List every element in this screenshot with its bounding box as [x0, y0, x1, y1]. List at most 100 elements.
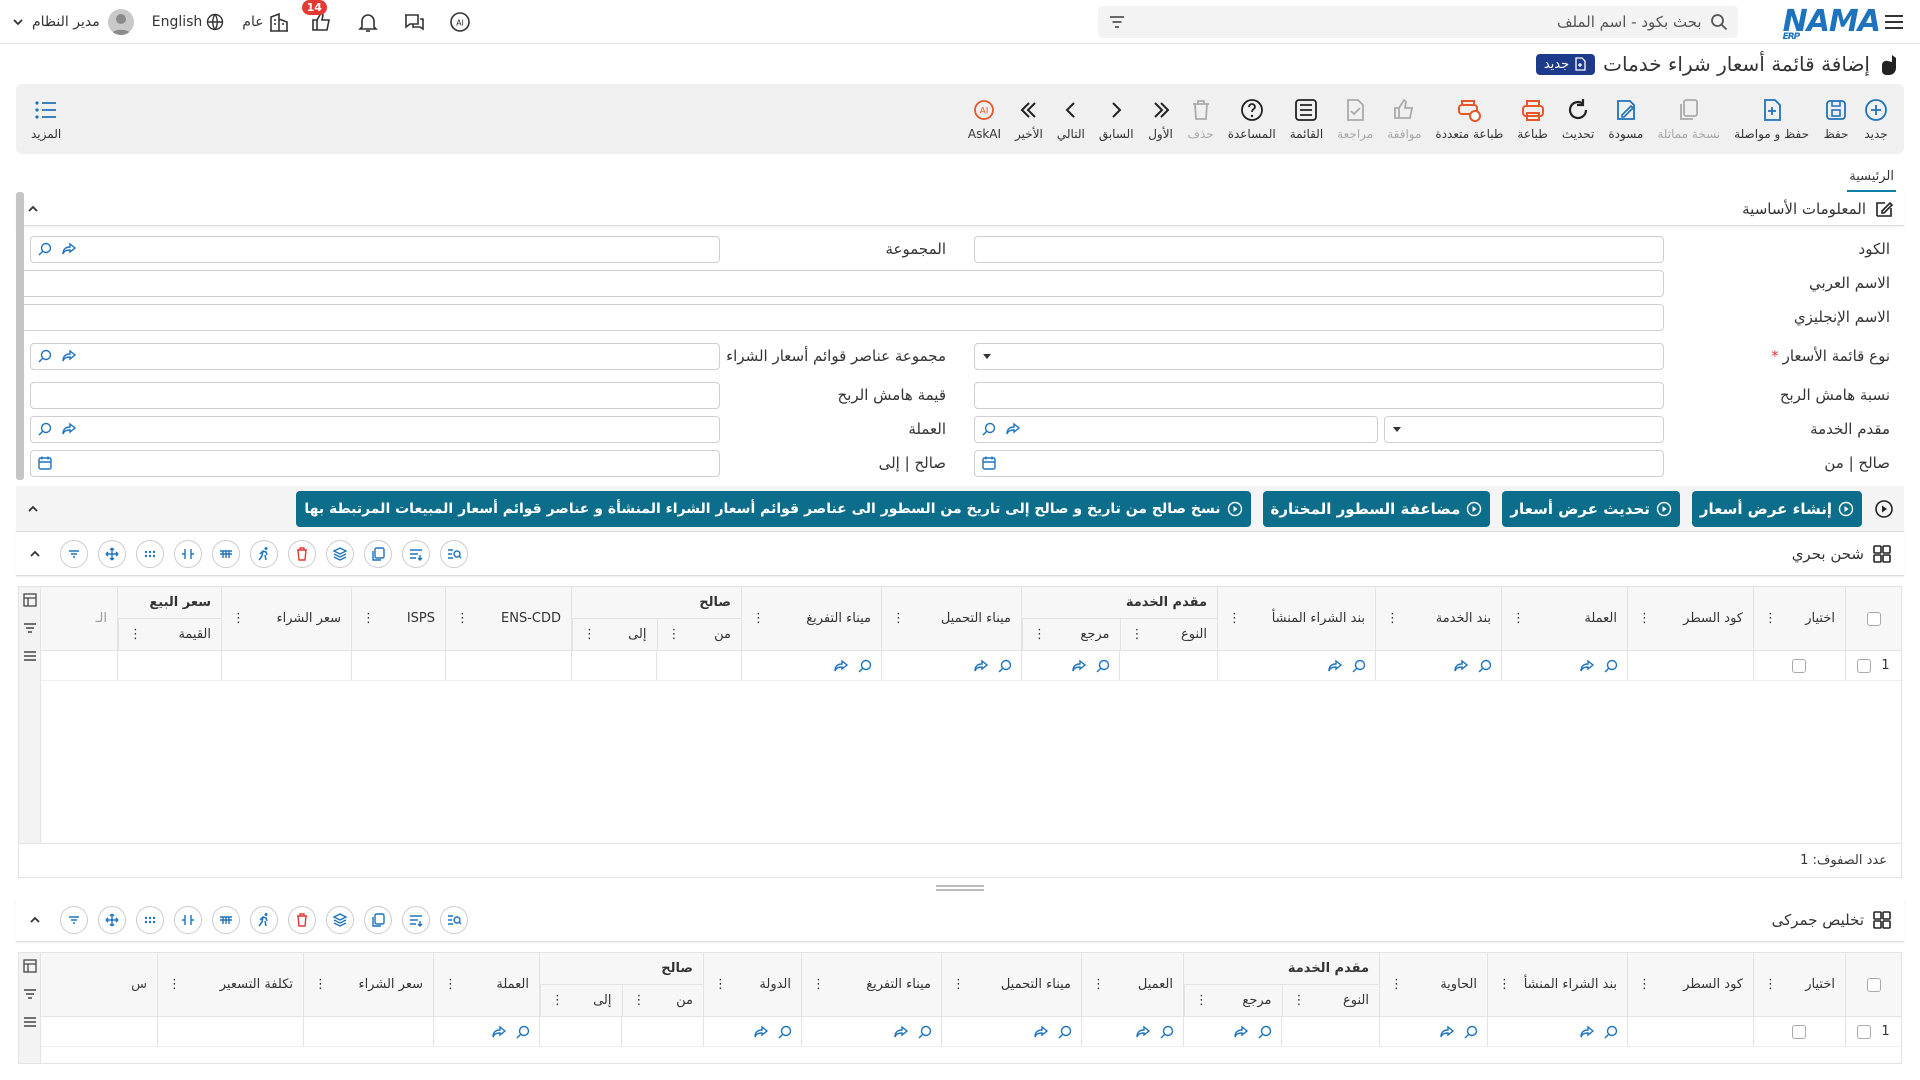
- search-icon[interactable]: [997, 658, 1013, 674]
- column-menu-icon[interactable]: ⋮: [1228, 611, 1241, 626]
- basic-info-header[interactable]: المعلومات الأساسية: [16, 192, 1904, 226]
- filter-lines-icon[interactable]: [60, 539, 88, 568]
- filter-lines-icon[interactable]: [60, 905, 88, 934]
- share-icon[interactable]: [491, 1024, 507, 1040]
- calendar-icon[interactable]: [981, 455, 997, 471]
- search-icon[interactable]: [1351, 658, 1367, 674]
- select-all-checkbox[interactable]: [1866, 977, 1881, 992]
- column-menu-icon[interactable]: ⋮: [362, 611, 375, 626]
- refresh-button[interactable]: تحديث: [1555, 88, 1602, 150]
- next-button[interactable]: التالي: [1050, 88, 1092, 150]
- share-icon[interactable]: [1579, 1024, 1595, 1040]
- select-all-column[interactable]: [1845, 953, 1901, 1016]
- search-icon[interactable]: [1463, 1024, 1479, 1040]
- multi-print-button[interactable]: طباعة متعددة: [1428, 88, 1510, 150]
- col-container[interactable]: الحاوية: [1440, 977, 1477, 992]
- move-icon[interactable]: [98, 539, 126, 568]
- search-icon[interactable]: [981, 421, 997, 437]
- col-customer[interactable]: العميل: [1138, 977, 1173, 992]
- new-button[interactable]: جديد: [1856, 88, 1896, 150]
- column-menu-icon[interactable]: ⋮: [1764, 611, 1777, 626]
- share-icon[interactable]: [1033, 1024, 1049, 1040]
- chevron-up-icon[interactable]: [26, 202, 40, 216]
- run-icon[interactable]: [250, 905, 278, 934]
- approve-button[interactable]: موافقة: [1380, 88, 1428, 150]
- col-purchase-price[interactable]: سعر الشراء: [276, 611, 341, 626]
- tab-main[interactable]: الرئيسية: [1847, 169, 1896, 192]
- currency-field[interactable]: [30, 415, 720, 443]
- filter-icon[interactable]: [23, 987, 37, 1001]
- menu-icon[interactable]: [23, 649, 37, 663]
- company-selector[interactable]: عام: [242, 8, 289, 36]
- move-icon[interactable]: [98, 905, 126, 934]
- column-menu-icon[interactable]: ⋮: [752, 611, 765, 626]
- tasks-icon[interactable]: 14: [301, 0, 336, 36]
- table-icon[interactable]: [22, 959, 37, 973]
- col-loading-port[interactable]: ميناء التحميل: [941, 611, 1011, 626]
- language-switcher[interactable]: English: [152, 8, 225, 36]
- col-to[interactable]: إلى: [628, 627, 646, 642]
- logo[interactable]: NAMA ERP: [1783, 4, 1881, 42]
- dots-grid-icon[interactable]: [136, 905, 164, 934]
- search-icon[interactable]: [1159, 1024, 1175, 1040]
- more-button[interactable]: المزيد: [24, 88, 68, 150]
- calendar-icon[interactable]: [37, 455, 53, 471]
- english-name-field[interactable]: [16, 303, 1664, 331]
- menu-icon[interactable]: [23, 1015, 37, 1029]
- search-input[interactable]: بحث بكود - اسم الملف: [1134, 13, 1702, 31]
- layers-icon[interactable]: [326, 905, 354, 934]
- last-button[interactable]: الأخير: [1008, 88, 1050, 150]
- search-icon[interactable]: [37, 348, 53, 364]
- col-line-code[interactable]: كود السطر: [1683, 977, 1743, 992]
- share-icon[interactable]: [753, 1024, 769, 1040]
- search-icon[interactable]: [777, 1024, 793, 1040]
- share-icon[interactable]: [1579, 658, 1595, 674]
- valid-to-date[interactable]: [30, 449, 720, 477]
- table-columns-icon[interactable]: [212, 905, 240, 934]
- update-quote-button[interactable]: تحديث عرض أسعار: [1502, 490, 1680, 527]
- share-icon[interactable]: [61, 421, 77, 437]
- price-list-type-select[interactable]: [974, 342, 1664, 370]
- hamburger-menu-icon[interactable]: [1880, 8, 1908, 36]
- chat-icon[interactable]: [400, 8, 428, 36]
- col-discharge-port[interactable]: ميناء التفريغ: [806, 611, 871, 626]
- col-select[interactable]: اختيار: [1805, 611, 1835, 626]
- review-button[interactable]: مراجعة: [1330, 88, 1380, 150]
- run-icon[interactable]: [250, 539, 278, 568]
- duplicate-button[interactable]: نسخة مماثلة: [1650, 88, 1727, 150]
- column-menu-icon[interactable]: ⋮: [456, 611, 469, 626]
- column-menu-icon[interactable]: ⋮: [1386, 611, 1399, 626]
- share-icon[interactable]: [1327, 658, 1343, 674]
- layers-icon[interactable]: [326, 539, 354, 568]
- share-icon[interactable]: [1453, 658, 1469, 674]
- row-checkbox[interactable]: [1857, 658, 1872, 673]
- col-isps[interactable]: ISPS: [407, 611, 435, 626]
- code-field[interactable]: [974, 235, 1664, 263]
- global-search[interactable]: بحث بكود - اسم الملف: [1097, 5, 1738, 38]
- profit-margin-pct-field[interactable]: [974, 381, 1664, 409]
- row-select-checkbox[interactable]: [1792, 658, 1806, 673]
- search-icon[interactable]: [515, 1024, 531, 1040]
- col-value[interactable]: القيمة: [178, 627, 211, 642]
- save-button[interactable]: حفظ: [1816, 88, 1856, 150]
- draft-button[interactable]: مسودة: [1601, 88, 1650, 150]
- col-from[interactable]: من: [676, 993, 693, 1008]
- duplicate-lines-button[interactable]: مضاعفة السطور المختارة: [1262, 490, 1491, 527]
- save-continue-button[interactable]: حفظ و مواصلة: [1727, 88, 1816, 150]
- search-icon[interactable]: [917, 1024, 933, 1040]
- col-ref[interactable]: مرجع: [1080, 627, 1109, 642]
- delete-row-icon[interactable]: [288, 539, 316, 568]
- copy-icon[interactable]: [364, 905, 392, 934]
- col-origin-purchase-item[interactable]: بند الشراء المنشأ: [1272, 611, 1365, 626]
- print-button[interactable]: طباعة: [1510, 88, 1554, 150]
- col-type[interactable]: النوع: [1343, 993, 1369, 1008]
- col-origin-purchase-item[interactable]: بند الشراء المنشأ: [1524, 977, 1617, 992]
- share-icon[interactable]: [1071, 658, 1087, 674]
- col-ref[interactable]: مرجع: [1242, 993, 1271, 1008]
- search-icon[interactable]: [1095, 658, 1111, 674]
- chevron-up-icon[interactable]: [28, 913, 42, 927]
- fit-columns-icon[interactable]: [174, 539, 202, 568]
- previous-button[interactable]: السابق: [1092, 88, 1141, 150]
- chevron-up-icon[interactable]: [28, 547, 42, 561]
- arabic-name-field[interactable]: [16, 269, 1664, 297]
